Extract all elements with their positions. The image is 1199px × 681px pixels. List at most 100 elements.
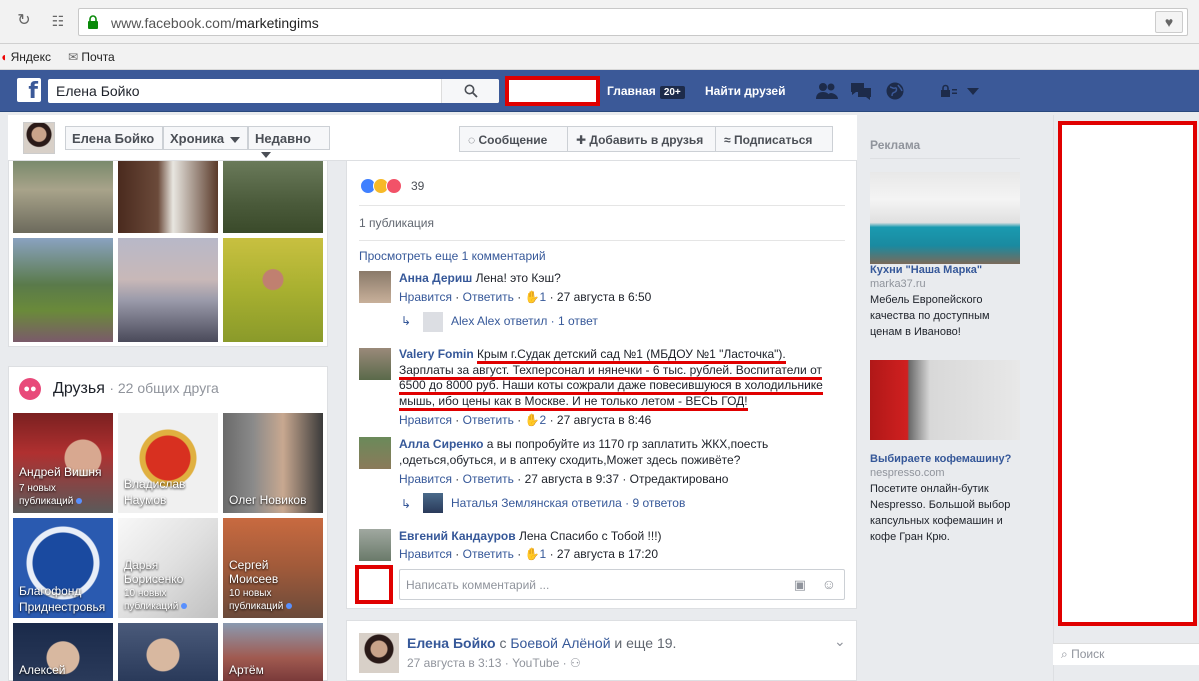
address-bar[interactable]: www.facebook.com/marketingims ♥ [78,8,1188,36]
camera-icon[interactable]: ▣ [794,577,806,593]
profile-avatar[interactable] [23,122,55,154]
friends-privacy-icon: ⚇ [569,656,581,670]
friend-requests-icon[interactable] [816,82,838,100]
ad-title[interactable]: Кухни "Наша Марка" [870,264,982,276]
like-link[interactable]: Нравится [399,472,452,486]
comment-author[interactable]: Анна Дериш [399,271,472,285]
nav-home[interactable]: Главная 20+ [607,84,685,99]
shares-count[interactable]: 1 публикация [359,216,434,230]
ad-title[interactable]: Выбираете кофемашину? [870,453,1011,465]
nav-find-friends[interactable]: Найти друзей [705,84,785,98]
message-button[interactable]: ◌ Сообщение [459,126,568,152]
friend-tile[interactable]: Сергей Моисеев 10 новых публикаций [223,518,323,618]
avatar[interactable] [423,493,443,513]
ad-image[interactable] [870,360,1020,440]
replies-link[interactable]: Alex Alex ответил · 1 ответ [451,314,598,328]
privacy-lock-icon[interactable] [940,82,962,100]
friend-tile[interactable]: Андрей Вишня 7 новых публикаций [13,413,113,513]
comment-input[interactable]: Написать комментарий ... ▣ ☺ [399,569,845,600]
photo-1[interactable] [13,161,113,233]
avatar[interactable] [359,348,391,380]
timeline-dropdown[interactable]: Хроника [163,126,248,150]
like-link[interactable]: Нравится [399,290,452,304]
recent-dropdown[interactable]: Недавно [248,126,330,158]
reply-link[interactable]: Ответить [463,290,514,304]
ad-image[interactable] [870,172,1020,264]
friends-title[interactable]: Друзья · 22 общих друга [53,380,219,398]
account-menu-caret-icon[interactable] [967,88,979,95]
reply-link[interactable]: Ответить [463,472,514,486]
avatar[interactable] [359,529,391,561]
replies-link[interactable]: Наталья Землянская ответила · 9 ответов [451,496,685,510]
facebook-logo[interactable]: f [17,78,41,104]
search-button[interactable] [441,79,499,103]
photo-5[interactable] [118,238,218,342]
follow-button[interactable]: ≈ Подписаться [715,126,833,152]
browser-toolbar: ↻ ☷ www.facebook.com/marketingims ♥ [0,0,1199,44]
search-icon: ⌕ [1061,647,1068,661]
reactions-icons[interactable] [360,178,410,194]
divider [359,240,845,241]
reply-link[interactable]: Ответить [463,413,514,427]
chevron-down-icon [261,151,271,158]
apps-icon[interactable]: ☷ [48,11,68,31]
notifications-globe-icon[interactable] [884,82,906,100]
bookmark-yandex[interactable]: ◖ Яндекс [0,50,51,64]
url-text: www.facebook.com/marketingims [111,15,319,31]
friend-tile[interactable]: Дарья Борисенко 10 новых публикаций [118,518,218,618]
add-friend-button[interactable]: ✚ Добавить в друзья [567,126,716,152]
post2-header: Елена Бойко с Боевой Алёной и еще 19. [407,635,677,651]
bookmark-mail[interactable]: ✉ Почта [68,50,115,64]
photo-2[interactable] [118,161,218,233]
chat-search-input[interactable]: ⌕ Поиск [1053,643,1199,665]
avatar[interactable] [423,312,443,332]
post-author[interactable]: Елена Бойко [407,635,496,651]
home-badge: 20+ [659,86,685,99]
avatar[interactable] [359,633,399,673]
rss-icon: ≈ [724,133,731,147]
add-friend-icon: ✚ [576,133,587,147]
lock-icon [88,15,98,29]
friend-tile[interactable]: Алексей [13,623,113,681]
like-link[interactable]: Нравится [399,413,452,427]
friend-tile[interactable]: Олег Новиков [223,413,323,513]
reply-link[interactable]: Ответить [463,547,514,561]
friend-tile[interactable]: Артём [223,623,323,681]
ad-url: nespresso.com [870,467,945,479]
fb-header: f Елена Бойко Главная 20+ Найти друзей [0,70,1199,112]
friend-tile[interactable]: Владислав Наумов [118,413,218,513]
reactions-count[interactable]: 39 [411,179,424,193]
photo-3[interactable] [223,161,323,233]
profile-name-pill[interactable]: Елена Бойко [65,126,163,150]
comment-author[interactable]: Valery Fomin [399,347,474,361]
comment-author[interactable]: Евгений Кандауров [399,529,516,543]
reload-icon[interactable]: ↻ [14,11,34,31]
comment-body: Анна Дериш Лена! это Кэш? [399,271,561,285]
photo-6[interactable] [223,238,323,342]
ad-desc: Посетите онлайн-бутик Nespresso. Большой… [870,483,1011,543]
divider [870,158,1020,159]
post-options-chevron-icon[interactable]: ⌄ [834,633,846,650]
search-input[interactable]: Елена Бойко [48,79,499,103]
thumbs-up-icon: ✋ [524,547,540,561]
chevron-down-icon [230,136,241,143]
view-more-comments[interactable]: Просмотреть еще 1 комментарий [359,249,546,263]
tagged-friend[interactable]: Боевой Алёной [510,635,610,651]
friend-tile[interactable]: Благофонд Приднестровья [13,518,113,618]
love-reaction-icon [386,178,402,194]
bookmarks-bar: ◖ Яндекс ✉ Почта [0,44,1199,70]
search-icon [464,84,478,98]
photo-4[interactable] [13,238,113,342]
friend-tile[interactable] [118,623,218,681]
redacted-sidebar-box [1058,121,1197,626]
emoji-icon[interactable]: ☺ [822,576,836,592]
comment-author[interactable]: Алла Сиренко [399,437,483,451]
envelope-icon: ✉ [68,50,79,64]
reply-arrow-icon: ↳ [401,314,412,328]
avatar[interactable] [359,437,391,469]
heart-icon[interactable]: ♥ [1155,11,1183,33]
messages-icon[interactable] [850,82,872,100]
avatar[interactable] [359,271,391,303]
reply-arrow-icon: ↳ [401,497,412,511]
like-link[interactable]: Нравится [399,547,452,561]
